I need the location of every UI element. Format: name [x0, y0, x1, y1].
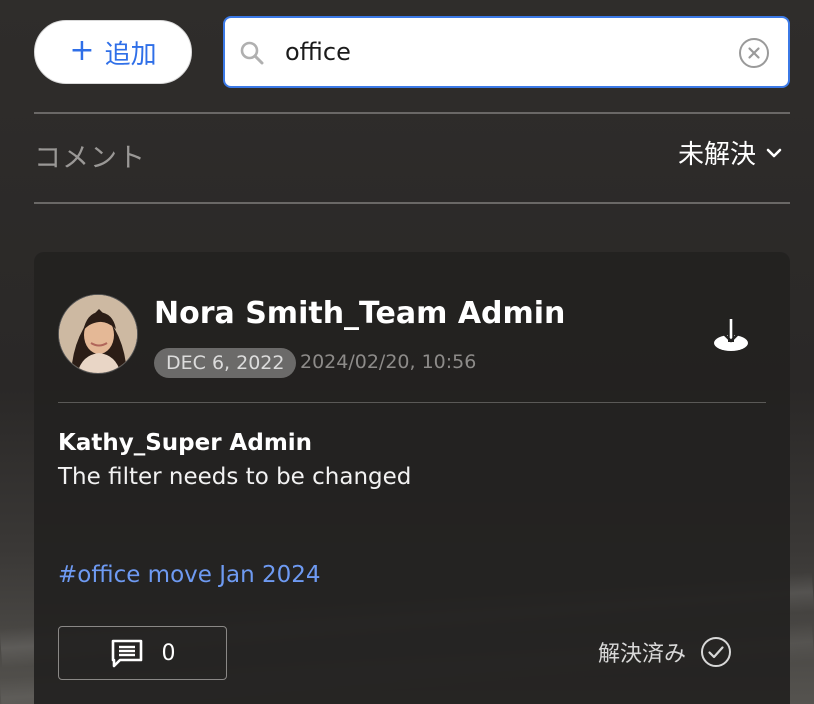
card-divider — [58, 402, 766, 403]
search-icon — [240, 41, 264, 65]
avatar — [58, 294, 138, 374]
replies-button[interactable]: 0 — [58, 626, 227, 680]
check-circle-icon — [701, 637, 732, 667]
search-box[interactable] — [223, 16, 790, 88]
comment-icon — [111, 639, 142, 668]
add-button[interactable]: + 追加 — [34, 20, 192, 84]
comment-text: The filter needs to be changed — [58, 464, 412, 490]
clear-circle-icon[interactable] — [738, 37, 770, 69]
search-input[interactable] — [285, 32, 725, 72]
hashtag-link[interactable]: #office move Jan 2024 — [58, 562, 321, 588]
resolve-button[interactable]: 解決済み — [598, 636, 732, 668]
chevron-down-icon — [766, 148, 782, 157]
add-button-label: 追加 — [104, 39, 157, 70]
comment-author: Nora Smith_Team Admin — [154, 296, 566, 331]
replies-count: 0 — [161, 640, 176, 666]
comments-title: コメント — [34, 143, 146, 174]
divider — [34, 112, 790, 114]
reply-author: Kathy_Super Admin — [58, 430, 313, 456]
status-filter-dropdown[interactable]: 未解決 — [678, 134, 784, 171]
divider — [34, 202, 790, 204]
comment-timestamp: 2024/02/20, 10:56 — [300, 351, 477, 373]
comment-card: Nora Smith_Team Admin DEC 6, 2022 2024/0… — [34, 252, 790, 704]
plus-icon: + — [69, 32, 95, 68]
date-badge: DEC 6, 2022 — [154, 348, 297, 378]
resolve-label: 解決済み — [598, 642, 687, 667]
download-icon[interactable] — [710, 316, 752, 356]
status-filter-value: 未解決 — [677, 140, 756, 170]
